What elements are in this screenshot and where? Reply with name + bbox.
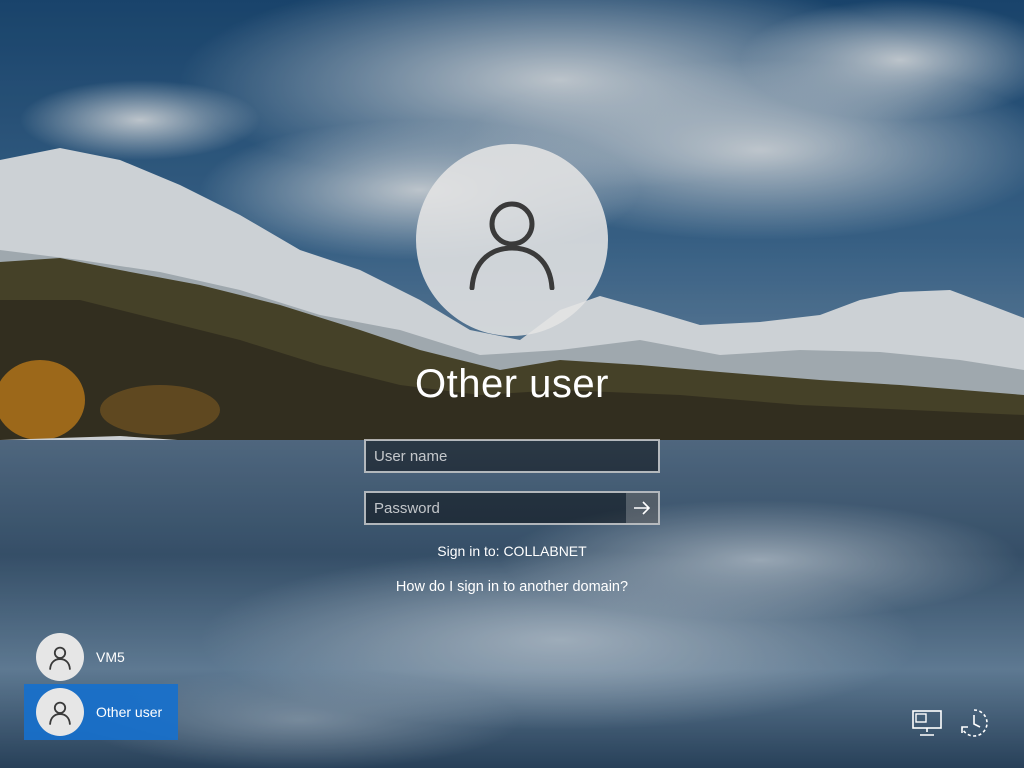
username-input[interactable] bbox=[366, 441, 658, 471]
user-icon bbox=[49, 646, 71, 670]
arrow-right-icon bbox=[634, 501, 651, 515]
user-avatar-large bbox=[416, 144, 608, 336]
submit-button[interactable] bbox=[626, 493, 658, 523]
user-icon bbox=[469, 201, 555, 290]
avatar bbox=[36, 633, 84, 681]
username-field-box bbox=[364, 439, 660, 473]
user-tile-other-user[interactable]: Other user bbox=[24, 684, 178, 740]
signin-domain-text: Sign in to: COLLABNET bbox=[437, 543, 587, 559]
network-button[interactable] bbox=[910, 706, 944, 740]
domain-help-link[interactable]: How do I sign in to another domain? bbox=[312, 579, 712, 595]
password-input[interactable] bbox=[366, 493, 628, 523]
user-tile-label: VM5 bbox=[96, 649, 125, 665]
network-icon bbox=[912, 710, 942, 736]
user-tile-label: Other user bbox=[96, 704, 163, 720]
ease-of-access-button[interactable] bbox=[957, 706, 991, 740]
avatar bbox=[36, 688, 84, 736]
user-icon bbox=[49, 701, 71, 725]
login-title: Other user bbox=[415, 362, 609, 406]
user-tile-vm5[interactable]: VM5 bbox=[24, 629, 178, 685]
password-field-box bbox=[364, 491, 660, 525]
ease-of-access-icon bbox=[961, 709, 988, 737]
